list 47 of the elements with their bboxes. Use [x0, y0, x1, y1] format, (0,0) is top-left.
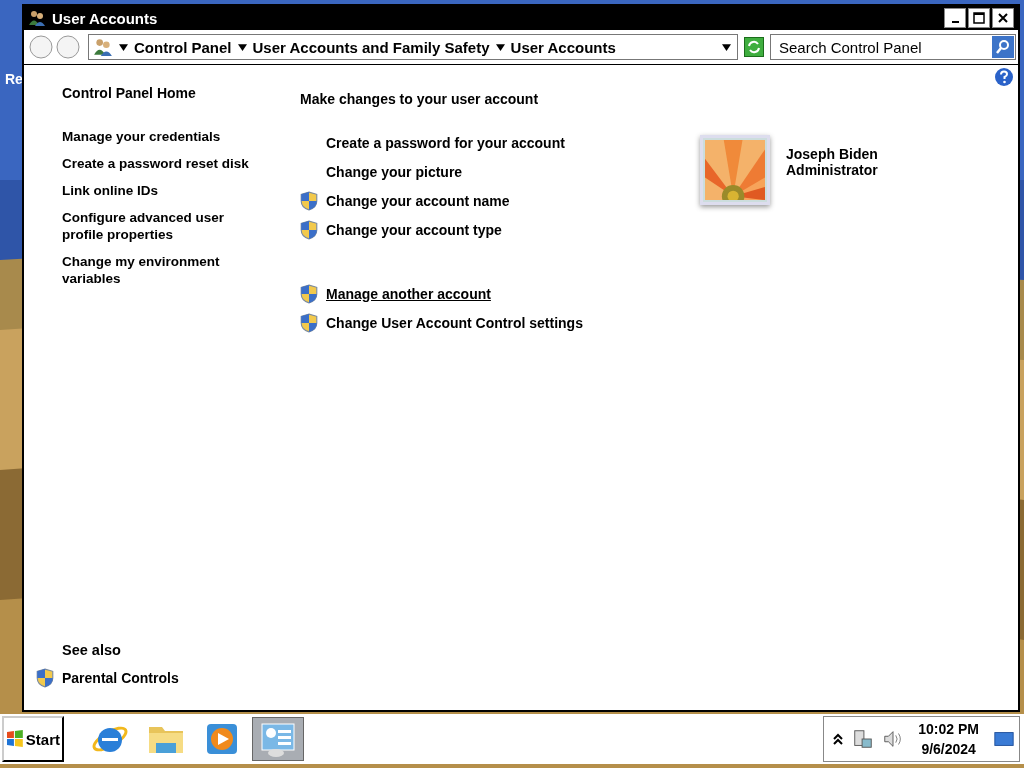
- network-icon[interactable]: [852, 728, 875, 750]
- account-type: Administrator: [786, 162, 878, 178]
- window-title: User Accounts: [52, 9, 159, 27]
- minimize-icon: [951, 21, 959, 23]
- dropdown-icon[interactable]: [722, 43, 731, 51]
- task-link[interactable]: Create a password for your account: [326, 134, 565, 152]
- maximize-icon: [973, 12, 985, 24]
- search-button[interactable]: [992, 36, 1014, 58]
- maximize-button[interactable]: [968, 8, 990, 28]
- users-icon: [93, 37, 113, 57]
- sidebar-link[interactable]: Configure advanced user profile properties: [62, 209, 252, 243]
- caret-icon[interactable]: [237, 43, 247, 51]
- search-icon: [995, 39, 1011, 55]
- caret-icon[interactable]: [495, 43, 505, 51]
- close-button[interactable]: [992, 8, 1014, 28]
- address-bar[interactable]: Control Panel User Accounts and Family Safety User Accounts: [88, 34, 738, 60]
- clock-time[interactable]: 10:02 PM: [918, 719, 979, 739]
- panel-taskbar-button[interactable]: [252, 717, 304, 761]
- search-box[interactable]: Search Control Panel: [770, 34, 1016, 60]
- breadcrumb[interactable]: User Accounts: [510, 38, 616, 56]
- sidebar-link[interactable]: Link online IDs: [62, 182, 252, 199]
- sidebar-link[interactable]: Manage your credentials: [62, 128, 252, 145]
- sidebar-link[interactable]: Control Panel Home: [62, 85, 252, 102]
- users-icon: [28, 9, 46, 27]
- task-link[interactable]: Change your account name: [326, 192, 510, 210]
- task-link[interactable]: Change your picture: [326, 163, 463, 181]
- desktop-icon-label[interactable]: Re: [5, 71, 23, 87]
- caret-icon[interactable]: [119, 43, 128, 51]
- help-icon[interactable]: [994, 67, 1014, 87]
- refresh-icon[interactable]: [744, 37, 764, 57]
- account-name: Joseph Biden: [786, 146, 878, 162]
- sidebar-link[interactable]: Create a password reset disk: [62, 155, 252, 172]
- start-button[interactable]: Start: [2, 716, 64, 762]
- task-link[interactable]: Manage another account: [326, 285, 491, 303]
- chevron-up-icon[interactable]: [832, 731, 845, 747]
- breadcrumb[interactable]: User Accounts and Family Safety: [252, 38, 490, 56]
- minimize-button[interactable]: [944, 8, 966, 28]
- clock-date[interactable]: 9/6/2024: [921, 739, 976, 759]
- sidebar-link[interactable]: Parental Controls: [62, 669, 179, 687]
- see-also-heading: See also: [62, 642, 122, 658]
- task-link[interactable]: Change User Account Control settings: [326, 314, 583, 332]
- sidebar-link[interactable]: Change my environment variables: [62, 253, 252, 287]
- section-heading: Make changes to your user account: [300, 91, 540, 107]
- windows-logo-icon: [6, 730, 24, 748]
- task-link[interactable]: Change your account type: [326, 221, 502, 239]
- breadcrumb[interactable]: Control Panel: [134, 38, 232, 56]
- close-icon: [997, 12, 1009, 24]
